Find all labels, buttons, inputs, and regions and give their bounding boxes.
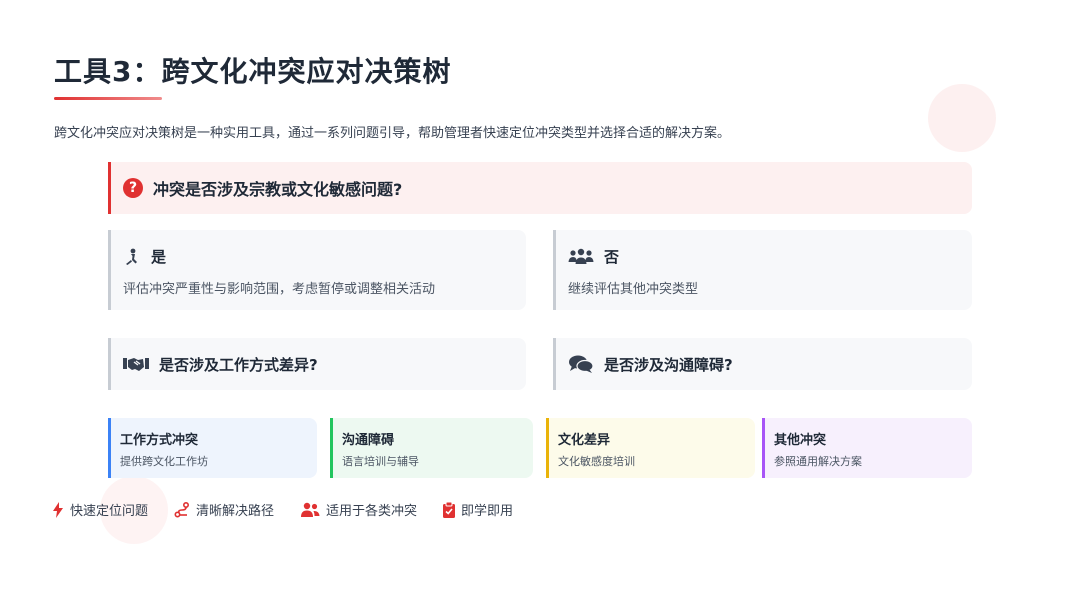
branch-yes-label: 是 xyxy=(151,248,167,266)
intro-text: 跨文化冲突应对决策树是一种实用工具，通过一系列问题引导，帮助管理者快速定位冲突类… xyxy=(54,126,731,141)
feature-item: 快速定位问题 xyxy=(52,500,148,519)
branch-yes-card: 是 评估冲突严重性与影响范围，考虑暂停或调整相关活动 xyxy=(108,230,526,310)
leaf-card-work-style: 工作方式冲突 提供跨文化工作坊 xyxy=(108,418,317,478)
leaf-description: 提供跨文化工作坊 xyxy=(120,455,208,468)
slide: 工具3：跨文化冲突应对决策树 跨文化冲突应对决策树是一种实用工具，通过一系列问题… xyxy=(0,0,1080,608)
branch-no-card: 否 继续评估其他冲突类型 xyxy=(553,230,972,310)
sub-question-work-style: 是否涉及工作方式差异? xyxy=(108,338,526,390)
branch-no-label: 否 xyxy=(604,248,620,266)
leaf-title: 文化差异 xyxy=(558,433,611,448)
sub-question-communication: 是否涉及沟通障碍? xyxy=(553,338,972,390)
main-question: ? 冲突是否涉及宗教或文化敏感问题? xyxy=(108,162,972,214)
decorative-circle xyxy=(928,84,996,152)
feature-label: 即学即用 xyxy=(461,504,514,519)
leaf-description: 参照通用解决方案 xyxy=(774,455,862,468)
page-title: 工具3：跨文化冲突应对决策树 xyxy=(54,55,452,88)
praying-person-icon xyxy=(123,248,141,266)
bolt-icon xyxy=(52,501,64,518)
feature-list: 快速定位问题 清晰解决路径 适用于各类冲突 即学即用 xyxy=(52,500,539,519)
leaf-description: 语言培训与辅导 xyxy=(342,455,419,468)
clipboard-check-icon xyxy=(443,501,456,518)
leaf-title: 沟通障碍 xyxy=(342,433,395,448)
feature-item: 即学即用 xyxy=(443,500,513,519)
title-underline xyxy=(54,97,162,100)
feature-label: 快速定位问题 xyxy=(70,504,149,519)
route-icon xyxy=(174,501,190,518)
question-circle-icon: ? xyxy=(123,178,143,198)
sub-question-communication-text: 是否涉及沟通障碍? xyxy=(604,355,733,374)
leaf-card-culture: 文化差异 文化敏感度培训 xyxy=(546,418,755,478)
leaf-card-communication: 沟通障碍 语言培训与辅导 xyxy=(330,418,533,478)
sub-question-work-style-text: 是否涉及工作方式差异? xyxy=(159,355,318,374)
people-group-icon xyxy=(568,248,594,266)
leaf-title: 其他冲突 xyxy=(774,433,827,448)
feature-item: 适用于各类冲突 xyxy=(300,500,417,519)
main-question-text: 冲突是否涉及宗教或文化敏感问题? xyxy=(153,180,403,199)
leaf-card-other: 其他冲突 参照通用解决方案 xyxy=(762,418,972,478)
leaf-title: 工作方式冲突 xyxy=(120,433,199,448)
handshake-icon xyxy=(123,355,149,373)
feature-label: 适用于各类冲突 xyxy=(326,504,418,519)
leaf-description: 文化敏感度培训 xyxy=(558,455,635,468)
chat-bubbles-icon xyxy=(568,354,594,374)
users-icon xyxy=(300,502,320,518)
branch-no-description: 继续评估其他冲突类型 xyxy=(568,282,699,297)
feature-label: 清晰解决路径 xyxy=(196,504,275,519)
feature-item: 清晰解决路径 xyxy=(174,500,274,519)
branch-yes-description: 评估冲突严重性与影响范围，考虑暂停或调整相关活动 xyxy=(123,282,436,297)
